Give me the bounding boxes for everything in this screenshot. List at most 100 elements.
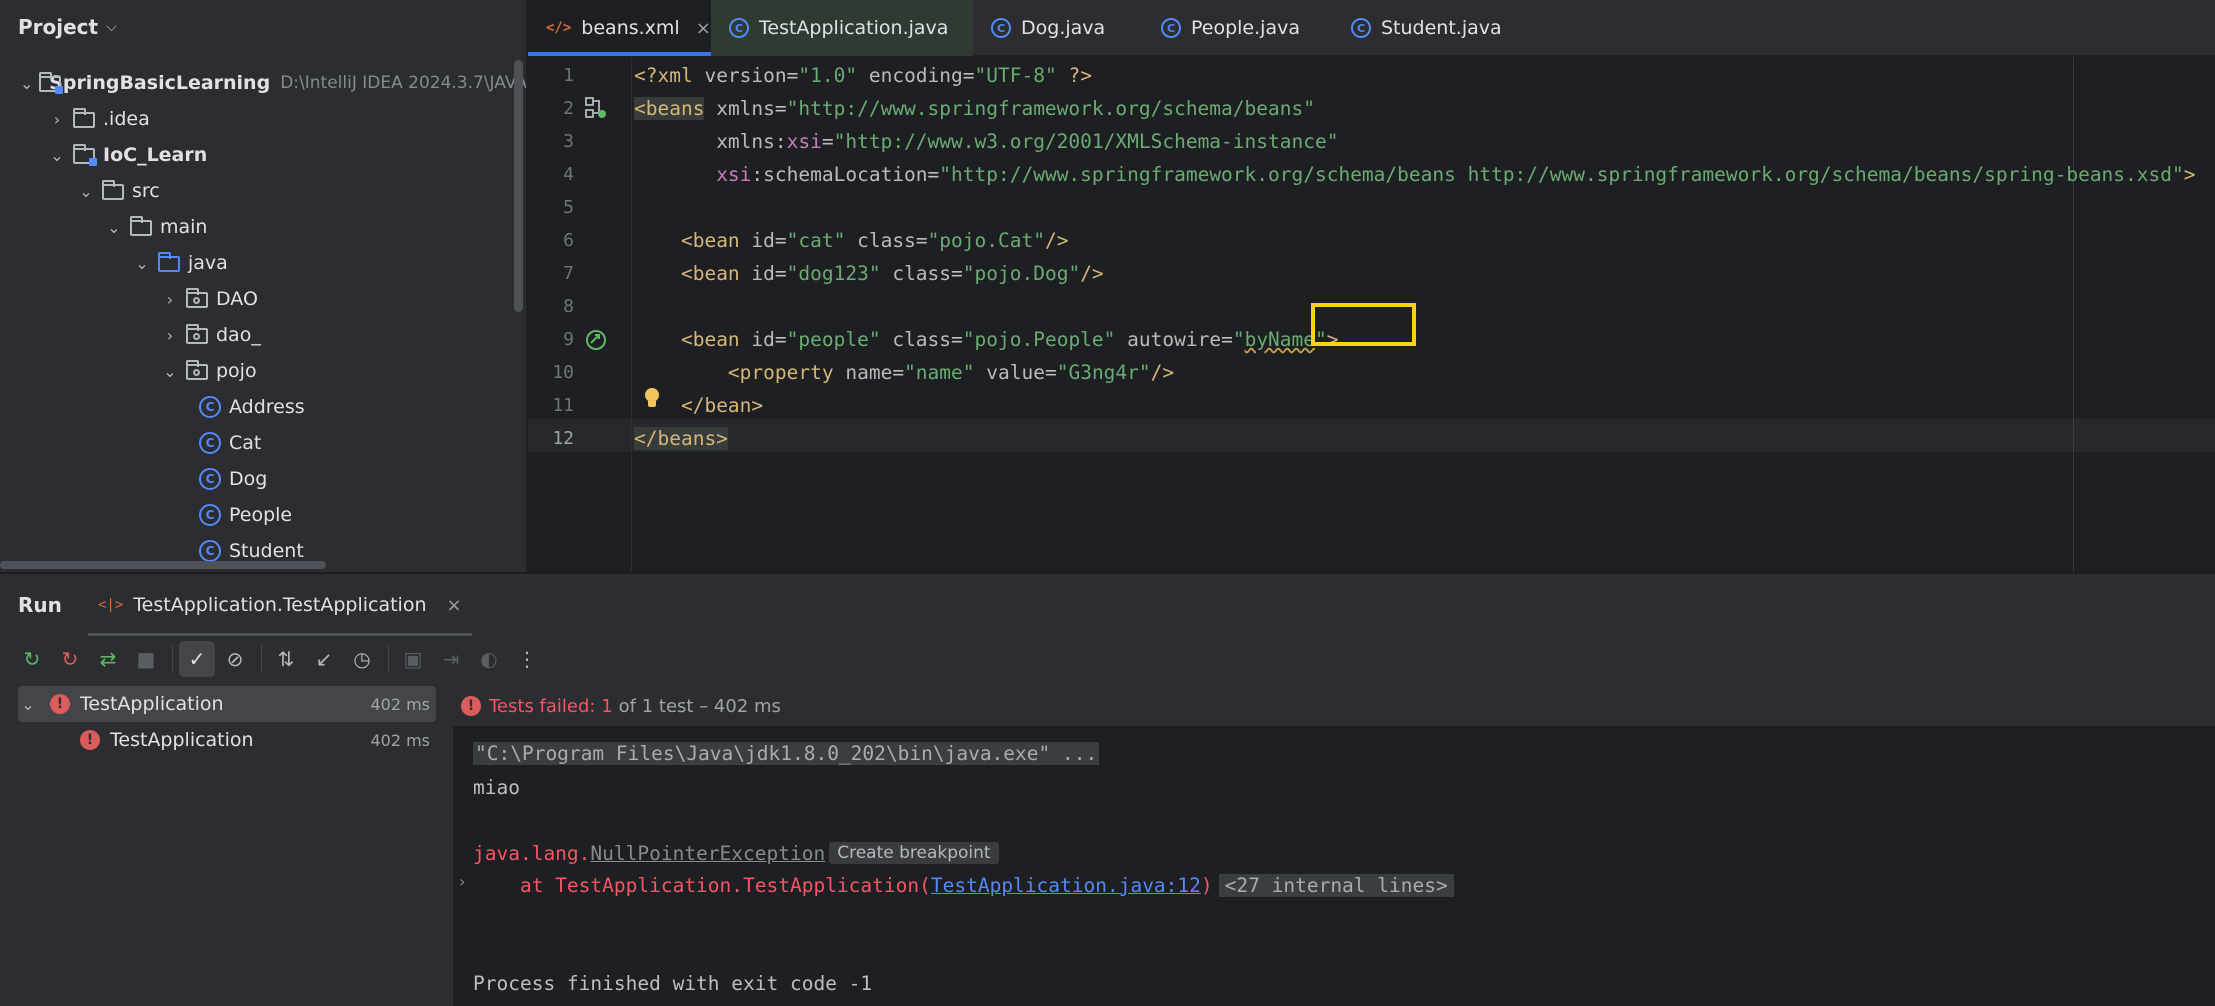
rerun-failed-icon[interactable]: ↻ (52, 641, 88, 677)
test-case-row[interactable]: ! TestApplication 402 ms (18, 722, 436, 758)
code-line[interactable]: 2 <beans xmlns="http://www.springframewo… (528, 92, 2215, 125)
tree-item-cat[interactable]: C Cat (0, 425, 526, 461)
test-suite-row[interactable]: ⌄ ! TestApplication 402 ms (18, 686, 436, 722)
chevron-down-icon[interactable]: ⌄ (160, 362, 180, 381)
java-class-icon: C (991, 18, 1011, 38)
create-breakpoint-button[interactable]: Create breakpoint (829, 842, 999, 864)
tree-item-dog[interactable]: C Dog (0, 461, 526, 497)
tab-testapplication-java[interactable]: C TestApplication.java (711, 0, 973, 56)
run-header: Run <|> TestApplication.TestApplication … (0, 574, 2215, 636)
tree-item-label: dao_ (216, 324, 261, 346)
tree-item-ioc-learn[interactable]: ⌄ IoC_Learn (0, 137, 526, 173)
collapse-icon[interactable]: ↙ (306, 641, 342, 677)
chevron-down-icon[interactable]: ⌄ (104, 218, 124, 237)
more-icon[interactable]: ⋮ (509, 641, 545, 677)
class-icon: C (197, 540, 223, 562)
code-line[interactable]: 3 xmlns:xsi="http://www.w3.org/2001/XMLS… (528, 125, 2215, 158)
internal-lines-fold[interactable]: <27 internal lines> (1218, 873, 1454, 897)
vertical-scrollbar[interactable] (514, 60, 523, 312)
tree-item-springbasiclearning[interactable]: ⌄ SpringBasicLearning D:\IntelliJ IDEA 2… (0, 65, 527, 101)
exit-code-text: Process finished with exit code -1 (473, 971, 873, 995)
show-ignored-icon[interactable]: ⊘ (217, 641, 253, 677)
code-line[interactable]: 5 (528, 191, 2215, 224)
tests-failed-text: Tests failed: 1 (489, 695, 613, 717)
close-icon[interactable]: × (447, 595, 462, 616)
horizontal-scrollbar[interactable] (0, 561, 326, 569)
code-line[interactable]: 10 <property name="name" value="G3ng4r"/… (528, 356, 2215, 389)
toggle-auto-test-icon[interactable]: ⇄ (90, 641, 126, 677)
chevron-right-icon[interactable]: › (47, 110, 67, 129)
sort-icon[interactable]: ⇅ (268, 641, 304, 677)
tree-item-address[interactable]: C Address (0, 389, 526, 425)
code-line[interactable]: 4 xsi:schemaLocation="http://www.springf… (528, 158, 2215, 191)
project-path: D:\IntelliJ IDEA 2024.3.7\JAVA (280, 73, 527, 93)
stack-trace-prefix: at TestApplication.TestApplication( (473, 873, 931, 897)
project-header[interactable]: Project ⌵ (0, 0, 526, 54)
folder-icon (128, 216, 154, 238)
code-editor[interactable]: 1 <?xml version="1.0" encoding="UTF-8" ?… (528, 57, 2215, 572)
code-text: <bean id="dog123" class="pojo.Dog"/> (680, 262, 1104, 285)
tab-dog-java[interactable]: C Dog.java (973, 0, 1143, 56)
chevron-down-icon[interactable]: ⌄ (132, 254, 152, 273)
tab-student-java[interactable]: C Student.java (1333, 0, 1523, 56)
chevron-right-icon[interactable]: › (160, 290, 180, 309)
tree-item-dao[interactable]: › DAO (0, 281, 526, 317)
chevron-down-icon[interactable]: ⌵ (106, 19, 117, 35)
error-icon: ! (50, 694, 70, 714)
class-icon: C (197, 504, 223, 526)
run-title: Run (18, 593, 62, 617)
tree-item-main[interactable]: ⌄ main (0, 209, 526, 245)
error-icon: ! (461, 696, 481, 716)
line-number: 8 (563, 296, 574, 317)
code-line[interactable]: 6 <bean id="cat" class="pojo.Cat"/> (528, 224, 2215, 257)
rerun-icon[interactable]: ↻ (14, 641, 50, 677)
line-number: 11 (552, 395, 574, 416)
java-command[interactable]: "C:\Program Files\Java\jdk1.8.0_202\bin\… (473, 741, 1100, 765)
code-line[interactable]: 1 <?xml version="1.0" encoding="UTF-8" ?… (528, 59, 2215, 92)
console-output-text: miao (473, 775, 520, 799)
screenshot-icon[interactable]: ▣ (395, 641, 431, 677)
line-number: 7 (563, 263, 574, 284)
tree-item-people[interactable]: C People (0, 497, 526, 533)
tab-people-java[interactable]: C People.java (1143, 0, 1333, 56)
code-line[interactable]: 7 <bean id="dog123" class="pojo.Dog"/> (528, 257, 2215, 290)
tree-item-src[interactable]: ⌄ src (0, 173, 526, 209)
chevron-down-icon[interactable]: ⌄ (47, 146, 67, 165)
import-icon[interactable]: ⇥ (433, 641, 469, 677)
tree-item-dao-underscore[interactable]: › dao_ (0, 317, 526, 353)
chevron-right-icon[interactable]: › (160, 326, 180, 345)
coverage-icon[interactable]: ◐ (471, 641, 507, 677)
stack-trace-link[interactable]: TestApplication.java:12 (931, 874, 1201, 897)
chevron-down-icon[interactable]: ⌄ (18, 695, 38, 714)
tree-item-label: SpringBasicLearning (49, 72, 271, 94)
lightbulb-icon[interactable] (644, 387, 660, 411)
code-line[interactable]: 11 </bean> (528, 389, 2215, 422)
toolbar-separator (261, 645, 262, 673)
exception-link[interactable]: NullPointerException (590, 842, 825, 865)
show-passed-icon[interactable]: ✓ (179, 641, 215, 677)
line-number: 4 (563, 164, 574, 185)
toolbar-separator (172, 645, 173, 673)
package-icon (184, 288, 210, 310)
tree-item-idea[interactable]: › .idea (0, 101, 526, 137)
code-line[interactable]: 12 </beans> (528, 422, 2215, 455)
tree-item-pojo[interactable]: ⌄ pojo (0, 353, 526, 389)
tree-item-java[interactable]: ⌄ java (0, 245, 526, 281)
run-config-tab[interactable]: <|> TestApplication.TestApplication × (88, 574, 472, 636)
stop-icon[interactable]: ■ (128, 641, 164, 677)
bean-config-gutter-icon[interactable] (584, 96, 608, 120)
tab-beans-xml[interactable]: </> beans.xml × (528, 0, 711, 56)
tab-label: People.java (1191, 17, 1300, 39)
folder-icon (71, 108, 97, 130)
chevron-down-icon[interactable]: ⌄ (76, 182, 96, 201)
tab-label: Student.java (1381, 17, 1502, 39)
java-class-icon: C (1161, 18, 1181, 38)
code-text: xsi:schemaLocation="http://www.springfra… (716, 163, 2196, 186)
chevron-right-icon[interactable]: › (459, 872, 465, 891)
history-icon[interactable]: ◷ (344, 641, 380, 677)
code-text: xmlns:xsi="http://www.w3.org/2001/XMLSch… (716, 130, 1339, 153)
chevron-down-icon[interactable]: ⌄ (20, 74, 33, 93)
close-icon[interactable]: × (696, 18, 711, 39)
console-output[interactable]: ! Tests failed: 1 of 1 test – 402 ms "C:… (453, 686, 2215, 1006)
autowire-gutter-icon[interactable] (584, 328, 608, 352)
